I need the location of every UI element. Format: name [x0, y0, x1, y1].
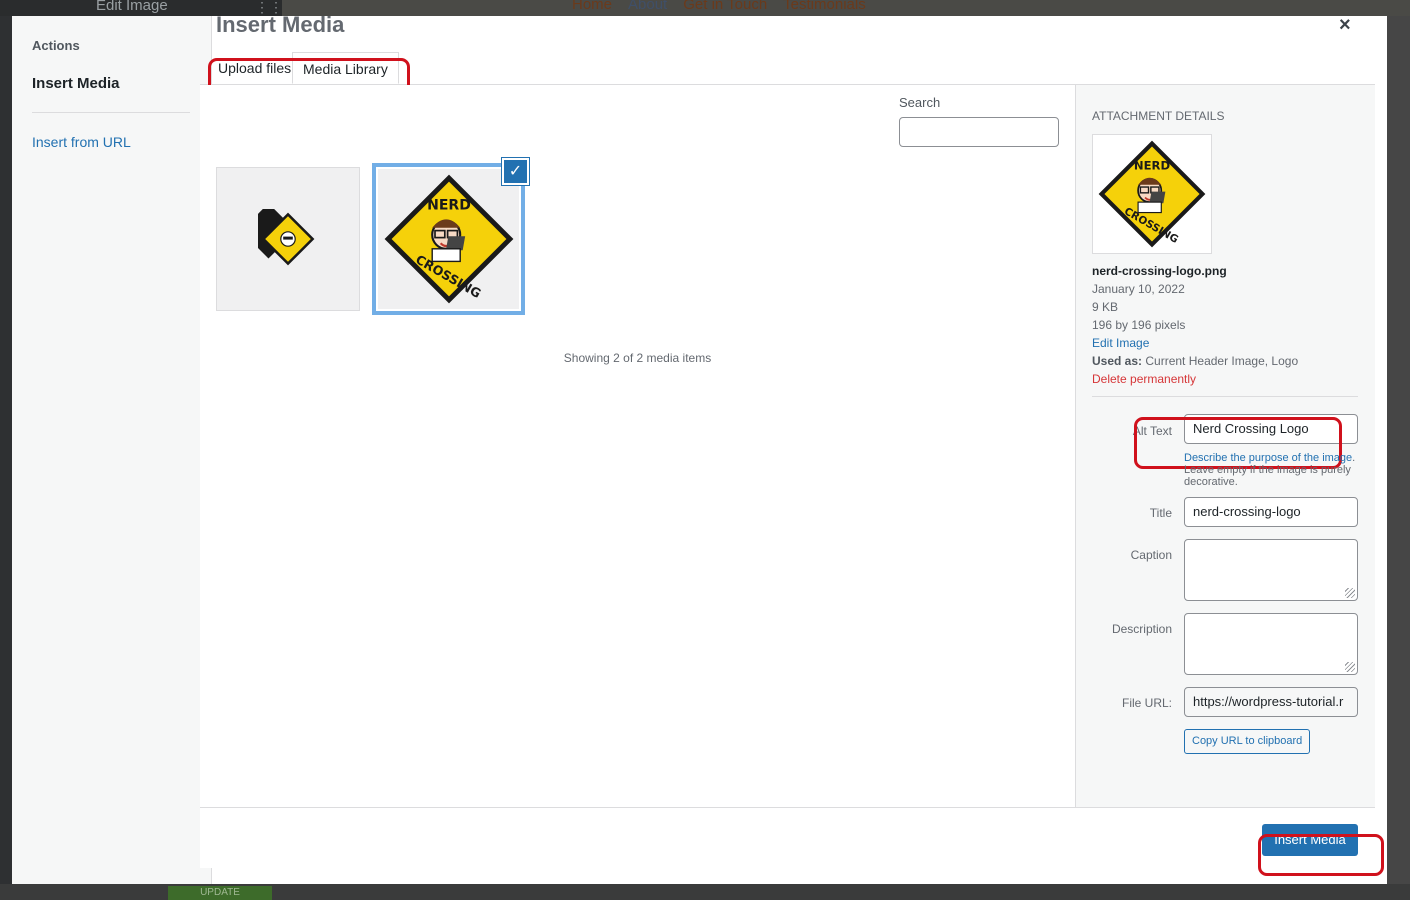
modal-footer-toolbar	[200, 807, 1375, 868]
logo-text-nerd: NERD	[427, 198, 471, 214]
editor-bottombar: UPDATE	[0, 884, 1410, 900]
description-textarea[interactable]	[1184, 613, 1358, 675]
nav-get-in-touch: Get in Touch	[683, 0, 768, 13]
nerd-crossing-logo-preview: NERD CROSSING	[1098, 140, 1206, 248]
media-item-thumbnail[interactable]	[216, 167, 360, 311]
update-button: UPDATE	[168, 886, 272, 900]
editor-left-panel	[0, 16, 12, 884]
title-label: Title	[1149, 506, 1172, 520]
nav-about: About	[628, 0, 668, 13]
site-nav: Home About Get in Touch Testimonials	[572, 0, 866, 13]
nav-testimonials: Testimonials	[783, 0, 866, 13]
menu-heading-actions: Actions	[32, 38, 80, 53]
attachment-used-as: Used as: Current Header Image, Logo	[1092, 352, 1298, 370]
file-url-label: File URL:	[1121, 696, 1172, 710]
modal-title: Insert Media	[216, 12, 345, 37]
resize-grip-icon[interactable]	[1345, 662, 1355, 672]
attachment-dimensions: 196 by 196 pixels	[1092, 318, 1186, 332]
search-label: Search	[899, 95, 941, 110]
editor-right-backdrop	[1387, 16, 1410, 884]
menu-item-insert-media[interactable]: Insert Media	[32, 75, 120, 92]
title-field[interactable]: nerd-crossing-logo	[1184, 497, 1358, 527]
alt-text-description: Describe the purpose of the image. Leave…	[1184, 452, 1364, 488]
used-as-value: Current Header Image, Logo	[1145, 354, 1299, 368]
caption-label: Caption	[1130, 548, 1172, 562]
annotation-highlight-insert-button	[1258, 834, 1384, 876]
edit-image-title: Edit Image	[96, 0, 168, 14]
copy-url-button[interactable]: Copy URL to clipboard	[1184, 729, 1311, 754]
resize-grip-icon[interactable]	[1345, 588, 1355, 598]
attachment-filesize: 9 KB	[1092, 300, 1119, 314]
attachment-details-heading: Attachment Details	[1092, 109, 1225, 123]
attachment-info: nerd-crossing-logo.png January 10, 2022 …	[1092, 262, 1298, 388]
media-item-thumbnail-selected[interactable]: NERD CROSSING	[372, 163, 525, 315]
selected-check-icon[interactable]: ✓	[502, 158, 529, 185]
search-input[interactable]	[899, 117, 1059, 147]
nerd-crossing-logo: NERD CROSSING	[384, 174, 513, 304]
nerd-crossing-logo-small	[258, 209, 315, 266]
attachment-date: January 10, 2022	[1092, 282, 1185, 296]
menu-item-insert-from-url[interactable]: Insert from URL	[32, 134, 131, 150]
attachment-separator	[1092, 396, 1358, 397]
used-as-label: Used as:	[1092, 354, 1143, 368]
menu-separator	[32, 112, 190, 113]
alt-text-description-link[interactable]: Describe the purpose of the image	[1184, 452, 1352, 464]
site-preview-header: Home About Get in Touch Testimonials	[282, 0, 1410, 16]
delete-permanently-link[interactable]: Delete permanently	[1092, 370, 1298, 388]
preview-logo-text-nerd: NERD	[1134, 159, 1171, 173]
edit-image-link[interactable]: Edit Image	[1092, 334, 1298, 352]
attachment-filename: nerd-crossing-logo.png	[1092, 264, 1227, 278]
nav-home: Home	[572, 0, 613, 13]
attachment-preview: NERD CROSSING	[1092, 134, 1212, 254]
media-menu: Actions Insert Media Insert from URL	[12, 16, 212, 884]
file-url-field[interactable]: https://wordpress-tutorial.r	[1184, 687, 1358, 717]
close-icon[interactable]: ×	[1339, 14, 1351, 37]
caption-textarea[interactable]	[1184, 539, 1358, 601]
media-count-text: Showing 2 of 2 media items	[563, 351, 712, 365]
description-label: Description	[1111, 622, 1172, 636]
